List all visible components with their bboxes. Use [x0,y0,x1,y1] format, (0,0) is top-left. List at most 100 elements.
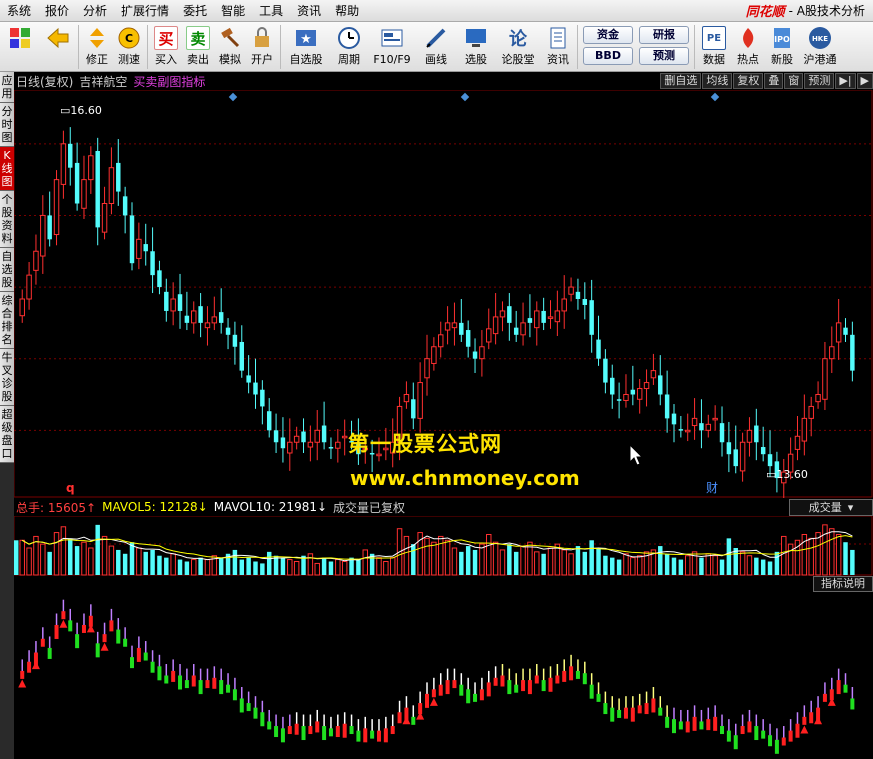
pill-button[interactable]: 研报 [639,26,689,44]
indicator-block [294,723,299,735]
buy-arrow-icon [429,697,438,706]
menu-item[interactable]: 分析 [76,0,114,22]
candle-body [815,394,821,403]
updown-arrow-icon [85,26,109,50]
candle-body [184,315,190,323]
toolbar-button[interactable]: 选股 [457,22,495,72]
chart-tool-button[interactable]: 均线 [702,73,733,89]
toolbar-button[interactable]: F10/F9 [369,22,415,72]
toolbar-button[interactable]: 画线 [415,22,457,72]
toolbar-button-label: 卖出 [187,53,209,66]
indicator-name[interactable]: 买卖副图指标 [133,73,205,90]
toolbar-button[interactable]: 卖卖出 [182,22,214,72]
period-label[interactable]: 日线(复权) [16,73,73,90]
volume-bar [403,535,410,576]
left-tab[interactable]: 自选股 [0,248,14,292]
pill-button[interactable]: 预测 [639,47,689,65]
chart-tool-button[interactable]: 删自选 [660,73,702,89]
indicator-block [623,707,628,719]
volume-bar [157,555,162,575]
candle-body [74,162,80,204]
toolbar-button-label: 自选股 [289,53,323,66]
volume-bar [774,551,780,575]
indicator-block [356,730,361,742]
toolbar-button-label: 数据 [703,53,725,66]
candle-body [68,143,73,168]
toolbar-button[interactable]: 模拟 [214,22,246,72]
indicator-help-button[interactable]: 指标说明 [813,576,873,592]
candle-body [822,358,828,400]
menu-item[interactable]: 委托 [176,0,214,22]
buy-arrow-icon [402,716,411,725]
indicator-chart[interactable] [14,592,873,759]
toolbar-button[interactable]: ★ 自选股 [283,22,329,72]
left-tab[interactable]: 综合排名 [0,292,14,349]
toolbar-button[interactable] [40,22,76,72]
chart-tool-button[interactable]: 复权 [733,73,764,89]
left-tab[interactable]: 个股资料 [0,191,14,248]
volume-bar [287,559,293,576]
toolbar-button[interactable]: 修正 [81,22,113,72]
menu-item[interactable]: 资讯 [290,0,328,22]
indicator-block [349,726,354,735]
toolbar-button[interactable]: IPO 新股 [765,22,799,72]
left-tab[interactable]: K线图 [0,147,14,191]
candle-body [712,417,718,421]
toolbar-button[interactable]: PE 数据 [697,22,731,72]
candle-body [582,299,588,305]
indicator-block [123,638,128,647]
candle-body [465,330,471,347]
volume-bar [95,524,100,575]
left-tab[interactable]: 牛叉诊股 [0,349,14,406]
candle-body [40,214,46,257]
toolbar-button[interactable]: HKE 沪港通 [799,22,841,72]
toolbar-button[interactable]: 周期 [329,22,369,72]
kline-chart[interactable]: ▭16.60 ▭13.60 q 财 [14,90,873,498]
candle-body [719,423,725,443]
menu-item[interactable]: 智能 [214,0,252,22]
volume-bar [164,557,169,575]
toolbar-button[interactable]: 开户 [246,22,278,72]
pill-button[interactable]: 资金 [583,26,633,44]
indicator-block [617,709,622,718]
chart-tool-button[interactable]: 预测 [804,73,835,89]
toolbar-button[interactable]: 热点 [731,22,765,72]
indicator-block [287,726,292,735]
left-tab[interactable]: 超级盘口 [0,406,14,463]
menu-item[interactable]: 扩展行情 [114,0,176,22]
toolbar-button-label: 热点 [737,53,759,66]
candle-body [389,441,396,454]
indicator-block [699,721,704,730]
volume-dropdown[interactable]: 成交量 ▾ [789,498,873,516]
toolbar-button[interactable]: 论论股堂 [495,22,541,72]
menu-item[interactable]: 工具 [252,0,290,22]
menu-item[interactable]: 报价 [38,0,76,22]
candle-body [301,431,306,443]
toolbar-button[interactable] [0,22,40,72]
toolbar-button[interactable]: 资讯 [541,22,575,72]
chart-tool-button[interactable]: 叠 [764,73,784,89]
left-tab[interactable]: 应用 [0,72,14,103]
toolbar-button-label: 模拟 [219,53,241,66]
candle-body [438,334,444,348]
volume-bar [520,545,526,576]
volume-bar [191,559,197,576]
chart-tool-button[interactable]: ▶ [856,73,873,89]
candle-body [143,244,148,252]
toolbar-button[interactable]: 买买入 [150,22,182,72]
toolbar-button[interactable]: C 测速 [113,22,145,72]
menu-item[interactable]: 帮助 [328,0,366,22]
indicator-block [81,624,86,633]
candle-body [280,437,286,449]
volume-bar [383,561,389,576]
menu-item[interactable]: 系统 [0,0,38,22]
candle-body [513,327,519,335]
chart-tool-button[interactable]: ▶| [835,73,856,89]
volume-bar [266,551,272,575]
left-tab[interactable]: 分时图 [0,103,14,147]
volume-chart[interactable] [14,516,873,576]
chart-tool-button[interactable]: 窗 [784,73,804,89]
pill-button[interactable]: BBD [583,47,633,65]
volume-bar [534,551,540,576]
candle-body [486,328,492,343]
